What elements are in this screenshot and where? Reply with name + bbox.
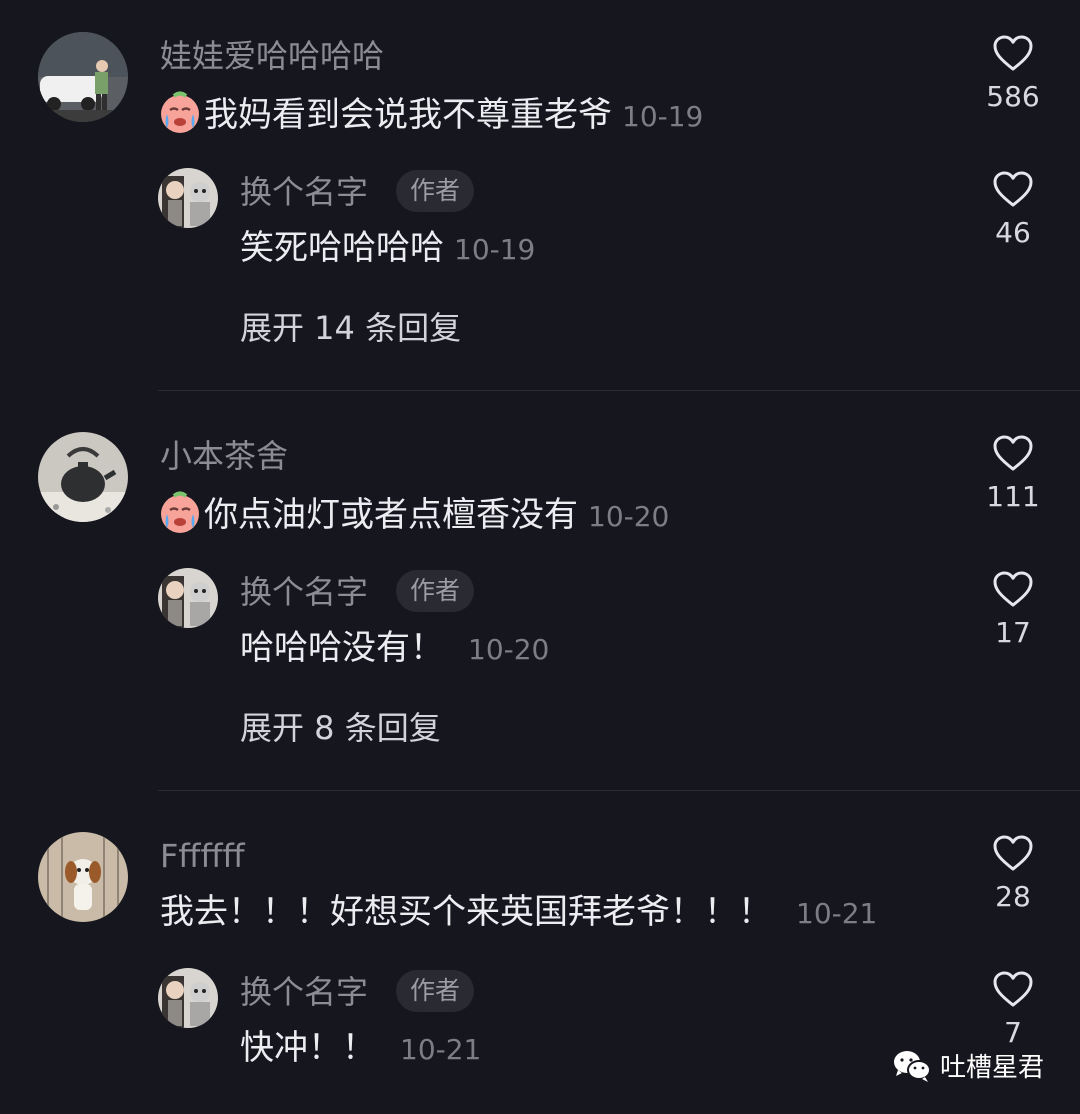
reply-date: 10-19 xyxy=(454,233,536,266)
wechat-icon xyxy=(893,1050,931,1082)
comment-text: 我去！！！好想买个来英国拜老爷！！！ 10-21 xyxy=(160,890,877,936)
reply-avatar[interactable] xyxy=(158,568,218,628)
like-count: 111 xyxy=(986,480,1040,513)
reply-text: 快冲！！ 10-21 xyxy=(240,1026,481,1072)
avatar[interactable] xyxy=(38,432,128,522)
heart-icon xyxy=(993,571,1033,607)
comment-username[interactable]: Fffffff xyxy=(160,836,245,876)
avatar[interactable] xyxy=(38,832,128,922)
like-count: 17 xyxy=(995,616,1031,649)
comment-username[interactable]: 小本茶舍 xyxy=(160,436,288,476)
like-count: 28 xyxy=(995,880,1031,913)
divider xyxy=(158,390,1080,391)
author-badge: 作者 xyxy=(396,170,475,212)
heart-icon xyxy=(993,35,1033,71)
reply-username[interactable]: 换个名字 xyxy=(240,972,368,1012)
comment-date: 10-20 xyxy=(588,500,670,533)
comment-text: 你点油灯或者点檀香没有 10-20 xyxy=(158,490,669,539)
comment-date: 10-21 xyxy=(796,897,878,930)
comment-body: 你点油灯或者点檀香没有 xyxy=(204,495,578,535)
heart-icon xyxy=(993,435,1033,471)
comment-username[interactable]: 娃娃爱哈哈哈哈 xyxy=(160,36,384,76)
author-badge: 作者 xyxy=(396,970,475,1012)
avatar[interactable] xyxy=(38,32,128,122)
like-count: 46 xyxy=(995,216,1031,249)
reply-body: 笑死哈哈哈哈 xyxy=(240,228,444,268)
expand-replies-button[interactable]: 展开 8 条回复 xyxy=(240,708,441,748)
reply-date: 10-20 xyxy=(468,633,550,666)
comment-date: 10-19 xyxy=(622,100,704,133)
expand-replies-button[interactable]: 展开 14 条回复 xyxy=(240,308,461,348)
reply-body: 快冲！！ xyxy=(240,1028,376,1068)
like-button[interactable]: 586 xyxy=(968,34,1058,114)
reply-username[interactable]: 换个名字 xyxy=(240,172,368,212)
crying-face-icon xyxy=(158,90,202,134)
like-button[interactable]: 28 xyxy=(968,834,1058,914)
heart-icon xyxy=(993,835,1033,871)
watermark: 吐槽星君 xyxy=(892,1047,1044,1084)
reply-body: 哈哈哈没有！ xyxy=(240,628,444,668)
crying-face-icon xyxy=(158,490,202,534)
comment-text: 我妈看到会说我不尊重老爷 10-19 xyxy=(158,90,703,139)
heart-icon xyxy=(993,971,1033,1007)
watermark-text: 吐槽星君 xyxy=(939,1053,1044,1083)
like-count: 7 xyxy=(1004,1016,1022,1049)
reply-like-button[interactable]: 17 xyxy=(968,570,1058,650)
reply-avatar[interactable] xyxy=(158,168,218,228)
divider xyxy=(158,790,1080,791)
reply-text: 笑死哈哈哈哈 10-19 xyxy=(240,226,535,272)
reply-text: 哈哈哈没有！ 10-20 xyxy=(240,626,549,672)
author-badge: 作者 xyxy=(396,570,475,612)
reply-like-button[interactable]: 46 xyxy=(968,170,1058,250)
comment-body: 我妈看到会说我不尊重老爷 xyxy=(204,95,612,135)
reply-like-button[interactable]: 7 xyxy=(968,970,1058,1050)
like-button[interactable]: 111 xyxy=(968,434,1058,514)
reply-username[interactable]: 换个名字 xyxy=(240,572,368,612)
comment-body: 我去！！！好想买个来英国拜老爷！！！ xyxy=(160,892,772,932)
reply-avatar[interactable] xyxy=(158,968,218,1028)
like-count: 586 xyxy=(986,80,1040,113)
heart-icon xyxy=(993,171,1033,207)
reply-date: 10-21 xyxy=(400,1033,482,1066)
